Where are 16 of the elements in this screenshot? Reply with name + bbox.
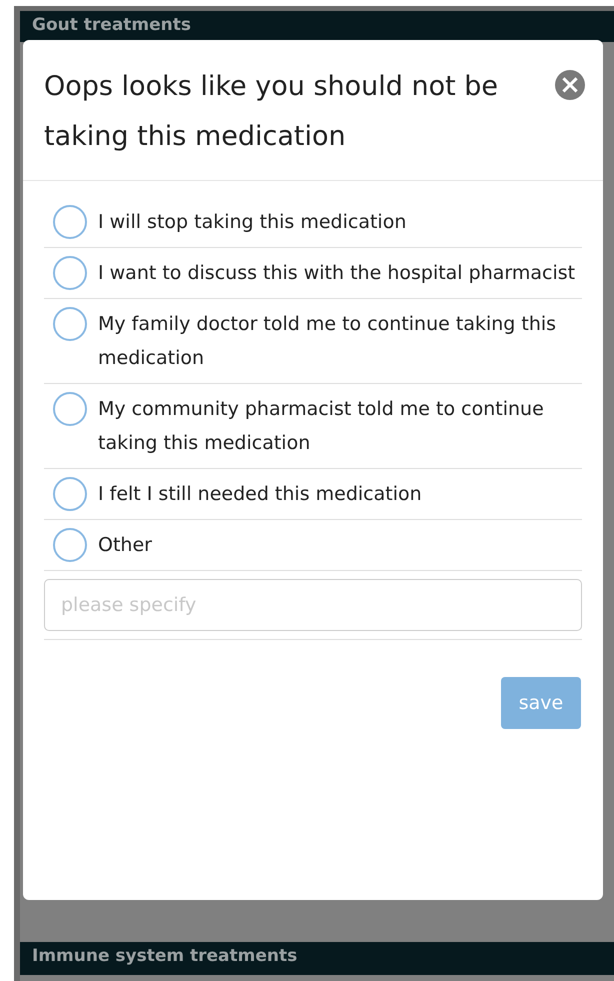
option-label: I felt I still needed this medication <box>98 482 422 507</box>
section-title: Gout treatments <box>32 15 192 35</box>
radio-button[interactable] <box>53 205 87 239</box>
modal-title: Oops looks like you should not be taking this medication <box>44 70 500 154</box>
option-label: Other <box>98 533 152 558</box>
radio-button[interactable] <box>53 392 87 426</box>
option-label: My community pharmacist told me to continue taking this medication <box>98 397 545 456</box>
radio-button[interactable] <box>53 528 87 562</box>
option-label: My family doctor told me to continue taking this medication <box>98 312 558 371</box>
radio-button[interactable] <box>53 477 87 511</box>
section-title: Immune system treatments <box>32 946 298 966</box>
radio-button[interactable] <box>53 256 87 290</box>
option-label: I want to discuss this with the hospital pharmacist <box>98 261 576 286</box>
radio-button[interactable] <box>53 307 87 341</box>
close-icon[interactable]: × <box>555 70 585 100</box>
option-label: I will stop taking this medication <box>98 210 406 235</box>
